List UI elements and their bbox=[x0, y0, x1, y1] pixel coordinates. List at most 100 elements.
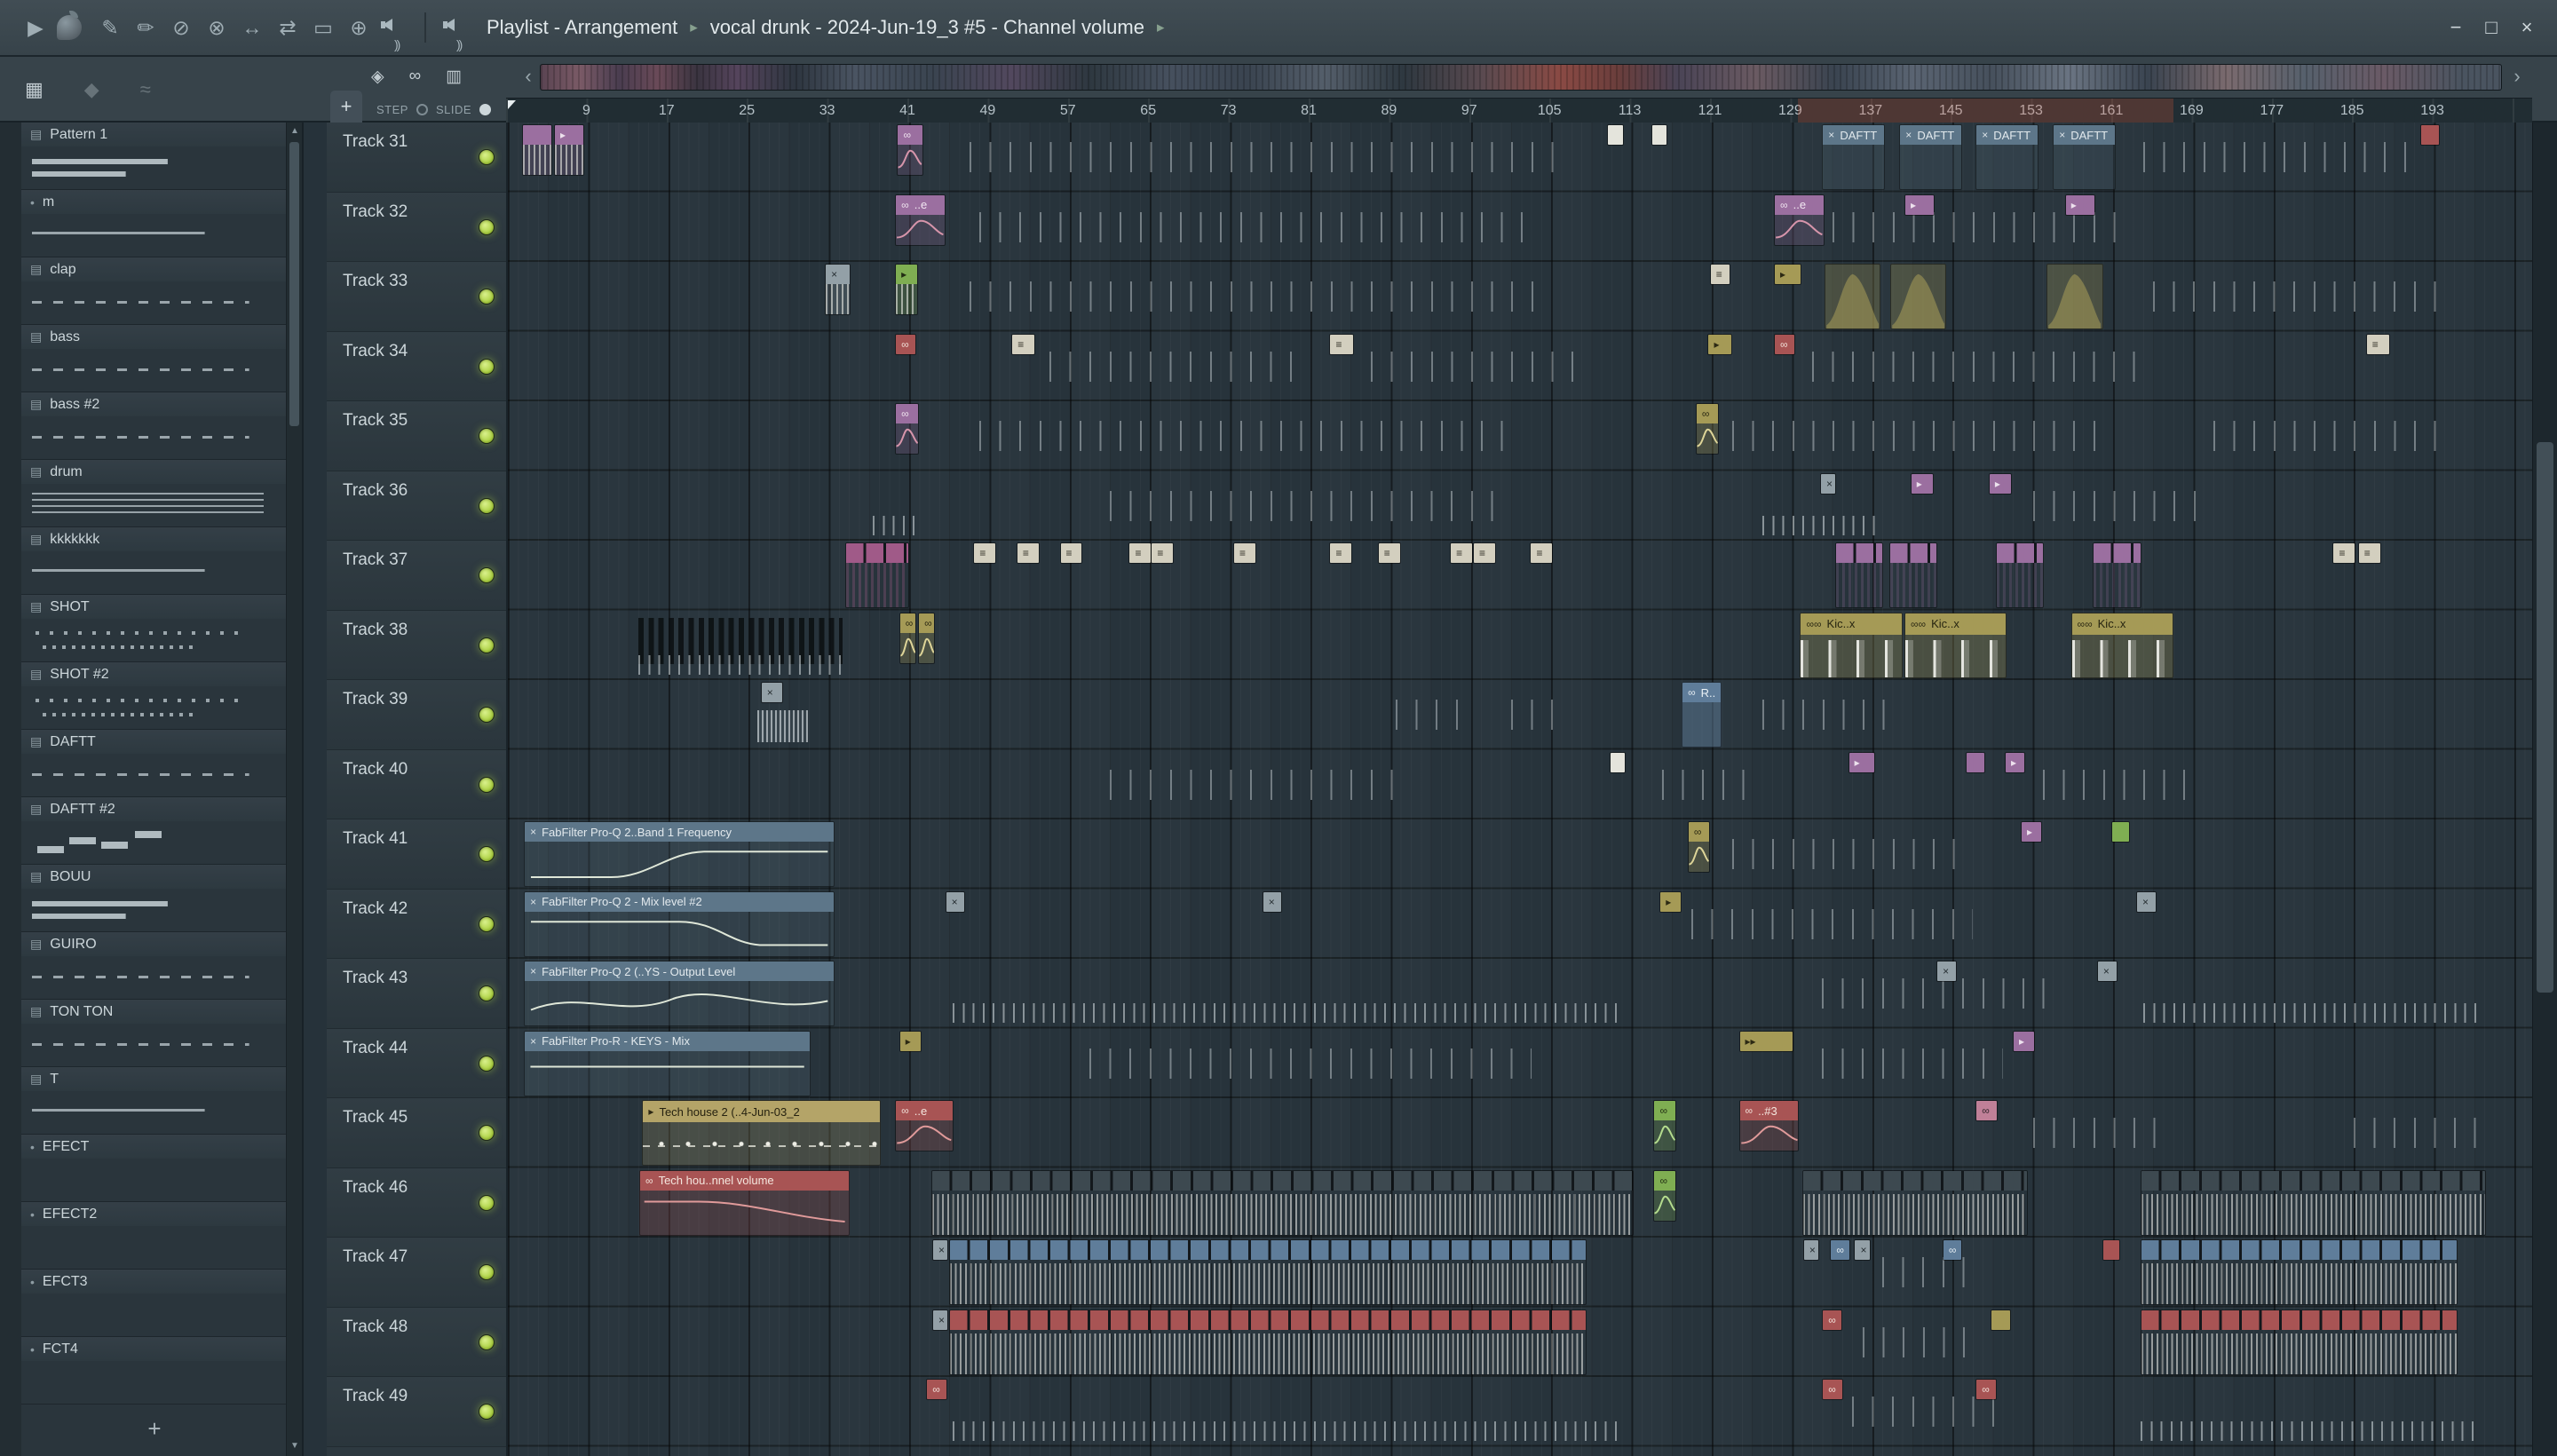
track-header[interactable]: Track 48 bbox=[327, 1307, 506, 1377]
clip[interactable]: ∞ bbox=[1687, 821, 1710, 873]
clip[interactable]: × bbox=[825, 264, 851, 315]
clip[interactable]: ▸ bbox=[2004, 751, 2025, 773]
track-name[interactable]: Track 48 bbox=[343, 1318, 408, 1337]
playlist-overview-scrollbar[interactable] bbox=[540, 64, 2502, 91]
clip[interactable]: ≡ bbox=[2332, 542, 2356, 564]
pattern-item-shot-2[interactable]: ▤ SHOT #2 bbox=[21, 662, 288, 730]
maximize-button[interactable]: □ bbox=[2474, 16, 2509, 39]
track-header[interactable]: Track 40 bbox=[327, 749, 506, 819]
clip[interactable]: ≡ bbox=[2365, 333, 2390, 355]
clip[interactable]: ≡ bbox=[1128, 542, 1152, 564]
clip[interactable] bbox=[1110, 490, 1511, 521]
track-header[interactable]: Track 33 bbox=[327, 262, 506, 332]
track-mute-led[interactable] bbox=[479, 776, 495, 793]
delete-icon[interactable]: ⊘ bbox=[163, 0, 199, 56]
playlist-vertical-scrollbar[interactable] bbox=[2532, 123, 2557, 1456]
track-header[interactable]: Track 38 bbox=[327, 610, 506, 680]
track-name[interactable]: Track 41 bbox=[343, 829, 408, 849]
clip[interactable]: × bbox=[2135, 890, 2157, 913]
link-icon[interactable]: ∞ bbox=[409, 67, 422, 86]
clip[interactable] bbox=[1822, 1048, 2003, 1079]
clip[interactable]: ▸ bbox=[1910, 472, 1934, 495]
clip[interactable]: ≡ bbox=[1473, 542, 1497, 564]
clip[interactable] bbox=[521, 124, 552, 176]
scroll-right-button[interactable]: › bbox=[2509, 66, 2525, 89]
track-header[interactable]: Track 43 bbox=[327, 959, 506, 1029]
clip[interactable]: × bbox=[760, 682, 783, 703]
track-header[interactable]: Track 47 bbox=[327, 1238, 506, 1308]
add-pattern-button[interactable]: + bbox=[21, 1415, 288, 1443]
pattern-item-header[interactable]: • EFECT2 bbox=[21, 1202, 288, 1226]
clip[interactable] bbox=[952, 1003, 1625, 1023]
track-name[interactable]: Track 39 bbox=[343, 690, 408, 709]
track-mute-led[interactable] bbox=[479, 289, 495, 305]
clip[interactable] bbox=[1661, 769, 1762, 800]
clip[interactable] bbox=[1761, 700, 1903, 730]
clip-daftt[interactable]: × DAFTT bbox=[1899, 124, 1963, 190]
clip[interactable] bbox=[2140, 1169, 2487, 1236]
track-header[interactable]: Track 35 bbox=[327, 401, 506, 471]
pattern-item-kkkkkkk[interactable]: ▤ kkkkkkk bbox=[21, 527, 288, 595]
clip[interactable]: ∞ bbox=[899, 612, 916, 664]
track-header[interactable]: Track 42 bbox=[327, 889, 506, 959]
track-header[interactable]: Track 44 bbox=[327, 1028, 506, 1098]
clip[interactable]: ▸ bbox=[1988, 472, 2012, 495]
pattern-item-m[interactable]: • m bbox=[21, 190, 288, 257]
clip[interactable]: ∞ bbox=[1975, 1379, 1997, 1400]
clip[interactable]: ▸ bbox=[553, 124, 584, 176]
picker-scrollbar[interactable]: ▲ ▼ bbox=[286, 123, 302, 1456]
clip[interactable] bbox=[1822, 978, 2063, 1009]
breadcrumb-item[interactable]: vocal drunk - 2024-Jun-19_3 #5 - Channel… bbox=[710, 16, 1144, 39]
clip[interactable]: ▸ bbox=[1904, 194, 1935, 216]
select-icon[interactable]: ▭ bbox=[305, 0, 341, 56]
track-name[interactable]: Track 31 bbox=[343, 132, 408, 152]
clip[interactable] bbox=[757, 710, 808, 742]
picker-scroll-down-icon[interactable]: ▼ bbox=[287, 1441, 303, 1451]
playhead-marker[interactable] bbox=[508, 100, 516, 109]
clip[interactable]: ≡ bbox=[1151, 542, 1175, 564]
pattern-item-bass[interactable]: ▤ bass bbox=[21, 325, 288, 392]
track-mute-led[interactable] bbox=[479, 1055, 495, 1072]
clip[interactable]: ▸ bbox=[2064, 194, 2095, 216]
monitor-speaker-icon[interactable]: )) bbox=[439, 0, 474, 56]
track-name[interactable]: Track 32 bbox=[343, 202, 408, 222]
track-mute-led[interactable] bbox=[479, 637, 495, 653]
track-name[interactable]: Track 34 bbox=[343, 342, 408, 361]
clip[interactable] bbox=[1991, 1309, 2011, 1331]
pattern-item-header[interactable]: ▤ clap bbox=[21, 257, 288, 281]
clip[interactable]: ∞ bbox=[1942, 1239, 1963, 1261]
clip[interactable] bbox=[1110, 769, 1411, 800]
pattern-grid-icon[interactable]: ▦ bbox=[25, 78, 44, 101]
pattern-item-header[interactable]: ▤ bass bbox=[21, 325, 288, 349]
clip--3[interactable]: ∞ ..#3 bbox=[1738, 1100, 1800, 1151]
track-header[interactable]: Track 36 bbox=[327, 471, 506, 541]
clip[interactable] bbox=[2153, 281, 2455, 312]
clip[interactable]: ∞ bbox=[918, 612, 936, 664]
track-header[interactable]: Track 46 bbox=[327, 1167, 506, 1238]
clip[interactable] bbox=[1651, 124, 1668, 146]
pattern-item-header[interactable]: ▤ TON TON bbox=[21, 1000, 288, 1024]
clip[interactable]: × bbox=[931, 1309, 949, 1331]
track-mute-led[interactable] bbox=[479, 846, 495, 862]
clip[interactable]: ≡ bbox=[1016, 542, 1040, 564]
track-name[interactable]: Track 40 bbox=[343, 760, 408, 779]
clip[interactable] bbox=[1761, 515, 1883, 535]
pattern-item-efect2[interactable]: • EFECT2 bbox=[21, 1202, 288, 1270]
clip[interactable]: ∞ bbox=[1822, 1379, 1844, 1400]
clip-fabfilter-pro-r-keys-mix[interactable]: × FabFilter Pro-R - KEYS - Mix bbox=[524, 1030, 811, 1096]
clip[interactable]: ∞ bbox=[895, 403, 920, 455]
clip[interactable] bbox=[930, 1169, 1634, 1236]
brush-icon[interactable]: ✏ bbox=[128, 0, 163, 56]
clip[interactable] bbox=[2110, 821, 2131, 843]
clip[interactable]: ∞ bbox=[897, 124, 923, 176]
clip-kic-x[interactable]: ∞∞ Kic..x bbox=[1904, 612, 2007, 678]
pattern-item-header[interactable]: ▤ SHOT #2 bbox=[21, 662, 288, 686]
clip-kic-x[interactable]: ∞∞ Kic..x bbox=[1800, 612, 1903, 678]
clip[interactable]: ≡ bbox=[1059, 542, 1083, 564]
clip[interactable]: × bbox=[1854, 1239, 1871, 1261]
clip[interactable] bbox=[2102, 1239, 2120, 1261]
clip[interactable] bbox=[1049, 351, 1310, 382]
clip[interactable] bbox=[2042, 769, 2204, 800]
pattern-item-header[interactable]: ▤ T bbox=[21, 1067, 288, 1091]
pencil-icon[interactable]: ✎ bbox=[92, 0, 128, 56]
